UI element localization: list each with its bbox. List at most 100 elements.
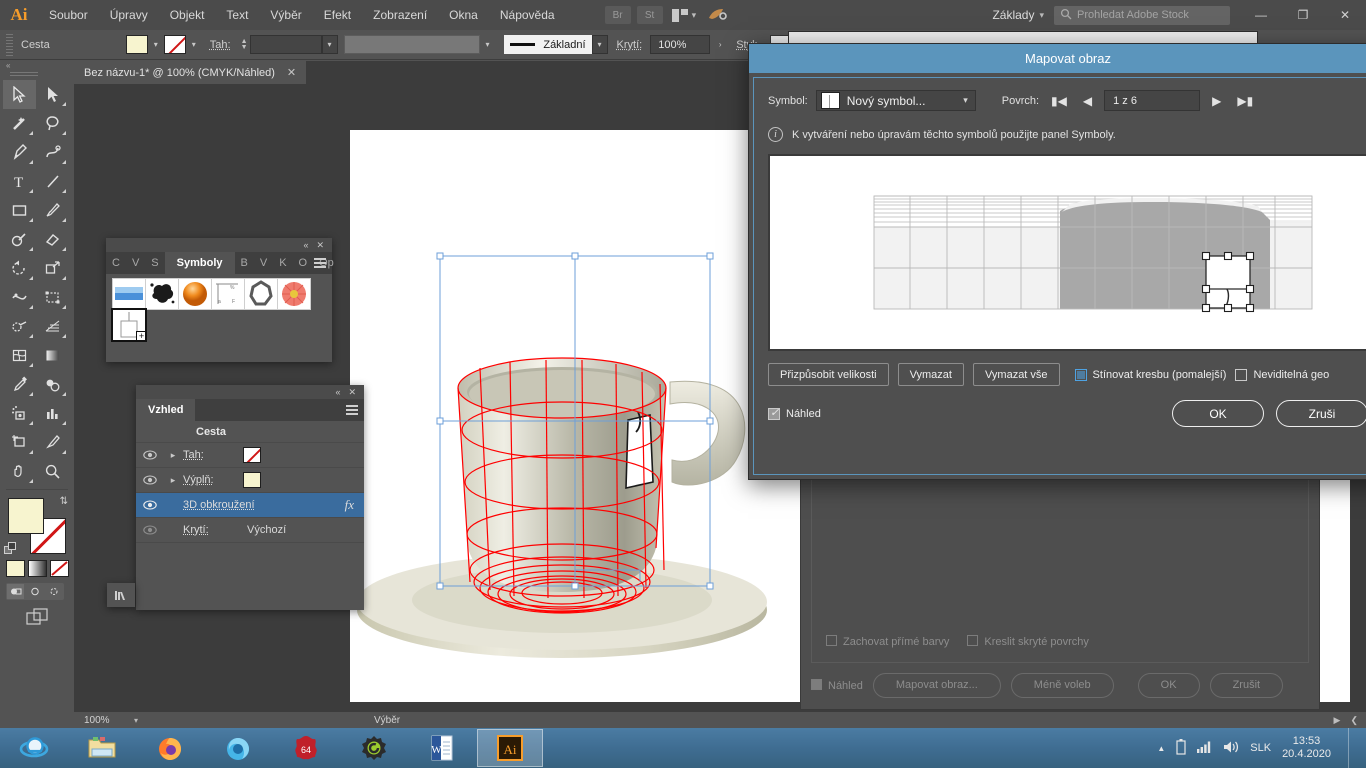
tool-direct-selection[interactable]	[36, 80, 69, 109]
dialog-preview-checkbox[interactable]: Náhled	[768, 408, 821, 420]
taskbar-red-app[interactable]: 64	[273, 729, 339, 767]
taskbar-firefox[interactable]	[137, 729, 203, 767]
stock-button[interactable]: St	[637, 6, 663, 24]
symbol-new-white[interactable]: +	[112, 309, 146, 341]
taskbar-word[interactable]: W	[409, 729, 475, 767]
tool-free-transform[interactable]	[36, 283, 69, 312]
status-next-icon[interactable]: ▶	[1334, 715, 1341, 726]
fill-chevron-icon[interactable]: ▾	[148, 35, 164, 54]
home-icon[interactable]	[706, 5, 728, 25]
menu-text[interactable]: Text	[215, 0, 259, 30]
status-prev-icon[interactable]: ❮	[1350, 715, 1358, 726]
surface-last-button[interactable]: ▶▮	[1233, 94, 1257, 108]
tab-s[interactable]: S	[145, 252, 164, 274]
tool-shaper[interactable]	[3, 225, 36, 254]
none-fill-button[interactable]	[50, 560, 69, 577]
color-fill-button[interactable]	[6, 560, 25, 577]
tool-hand[interactable]	[3, 457, 36, 486]
zoom-level[interactable]: 100%	[74, 715, 134, 726]
stroke-chevron-icon[interactable]: ▾	[186, 35, 202, 54]
tray-expand-icon[interactable]: ▲	[1157, 744, 1165, 753]
menu-zobrazeni[interactable]: Zobrazení	[362, 0, 438, 30]
tool-mesh[interactable]	[3, 341, 36, 370]
surface-next-button[interactable]: ▶	[1208, 94, 1225, 108]
menu-upravy[interactable]: Úpravy	[99, 0, 159, 30]
menu-objekt[interactable]: Objekt	[159, 0, 216, 30]
tool-width[interactable]	[3, 283, 36, 312]
menu-soubor[interactable]: Soubor	[38, 0, 99, 30]
symbols-panel[interactable]: « ✕ C V S Symboly B V K O Op	[106, 238, 332, 362]
control-bar-grip[interactable]	[6, 34, 13, 56]
workspace-switcher[interactable]: Základy	[978, 8, 1034, 22]
visibility-eye-icon[interactable]	[136, 500, 163, 510]
stroke-weight-stepper[interactable]: ▲▼	[239, 35, 250, 54]
tab-o[interactable]: O	[293, 252, 314, 274]
fill-stroke-control[interactable]: ⇅	[4, 496, 70, 556]
tools-panel-collapse[interactable]: «	[0, 60, 74, 70]
fill-color-well[interactable]	[8, 498, 44, 534]
tool-blend[interactable]	[36, 370, 69, 399]
window-minimize-button[interactable]: —	[1240, 0, 1282, 30]
tool-zoom[interactable]	[36, 457, 69, 486]
tool-scale[interactable]	[36, 254, 69, 283]
collapse-icon[interactable]: «	[335, 387, 340, 397]
stroke-weight-field[interactable]	[250, 35, 322, 54]
window-close-button[interactable]: ✕	[1324, 0, 1366, 30]
taskbar-file-explorer[interactable]	[69, 729, 135, 767]
tool-lasso[interactable]	[36, 109, 69, 138]
tab-b[interactable]: B	[235, 252, 254, 274]
clock[interactable]: 13:53 20.4.2020	[1282, 735, 1331, 761]
tool-paintbrush[interactable]	[36, 196, 69, 225]
tab-v[interactable]: V	[126, 252, 145, 274]
zoom-chevron-icon[interactable]: ▾	[134, 716, 138, 725]
draw-inside-icon[interactable]	[46, 584, 63, 599]
window-restore-button[interactable]: ❐	[1282, 0, 1324, 30]
taskbar-gear-app[interactable]	[341, 729, 407, 767]
stroke-swatch[interactable]	[164, 35, 186, 54]
stock-search-input[interactable]: Prohledat Adobe Stock	[1054, 6, 1230, 25]
opacity-label[interactable]: Krytí:	[617, 39, 643, 51]
tool-shape-builder[interactable]	[3, 312, 36, 341]
expand-chevron-icon[interactable]: ▸	[163, 450, 183, 461]
appearance-panel[interactable]: « ✕ Vzhled Cesta ▸ Tah: ▸ Výplň:	[136, 385, 364, 610]
appearance-row-fill[interactable]: ▸ Výplň:	[136, 468, 364, 493]
appearance-row-opacity[interactable]: Krytí: Výchozí	[136, 518, 364, 543]
visibility-eye-icon[interactable]	[136, 525, 163, 535]
preview-checkbox[interactable]: Náhled	[811, 679, 863, 692]
tool-pen[interactable]	[3, 138, 36, 167]
menu-napoveda[interactable]: Nápověda	[489, 0, 566, 30]
battery-icon[interactable]	[1176, 738, 1186, 758]
fx-icon[interactable]: fx	[345, 497, 354, 513]
checkbox-preserve-spot-colors[interactable]: Zachovat přímé barvy	[826, 635, 949, 648]
tool-eraser[interactable]	[36, 225, 69, 254]
tab-vzhled[interactable]: Vzhled	[136, 399, 195, 421]
menu-vyber[interactable]: Výběr	[259, 0, 312, 30]
fill-color-swatch[interactable]	[243, 472, 261, 488]
menu-okna[interactable]: Okna	[438, 0, 489, 30]
opacity-expand-icon[interactable]: ›	[710, 35, 730, 54]
volume-icon[interactable]	[1223, 740, 1239, 757]
new-symbol-plus-icon[interactable]: +	[136, 331, 146, 341]
collapse-icon[interactable]: «	[303, 240, 308, 250]
stroke-weight-chevron-icon[interactable]: ▾	[322, 35, 338, 54]
symbol-orange-sphere[interactable]	[178, 278, 212, 310]
visibility-eye-icon[interactable]	[136, 475, 163, 485]
fewer-options-button[interactable]: Méně voleb	[1011, 673, 1114, 698]
stroke-weight-label[interactable]: Tah:	[210, 39, 231, 51]
scale-to-fit-button[interactable]: Přizpůsobit velikosti	[768, 363, 889, 386]
clear-all-button[interactable]: Vymazat vše	[973, 363, 1060, 386]
menu-efekt[interactable]: Efekt	[313, 0, 362, 30]
surface-prev-button[interactable]: ◀	[1079, 94, 1096, 108]
taskbar-internet-explorer[interactable]	[1, 729, 67, 767]
dialog-ok-button[interactable]: OK	[1172, 400, 1264, 427]
tab-c[interactable]: C	[106, 252, 126, 274]
default-fill-stroke-icon[interactable]	[4, 542, 18, 556]
opacity-value[interactable]: 100%	[650, 35, 710, 54]
surface-first-button[interactable]: ▮◀	[1047, 94, 1071, 108]
symbol-blue-gradient[interactable]	[112, 278, 146, 310]
panel-menu-icon[interactable]	[346, 405, 358, 415]
gradient-fill-button[interactable]	[28, 560, 47, 577]
stroke-color-swatch[interactable]	[243, 447, 261, 463]
tool-magic-wand[interactable]	[3, 109, 36, 138]
document-tab[interactable]: Bez názvu-1* @ 100% (CMYK/Náhled) ✕	[74, 61, 306, 84]
